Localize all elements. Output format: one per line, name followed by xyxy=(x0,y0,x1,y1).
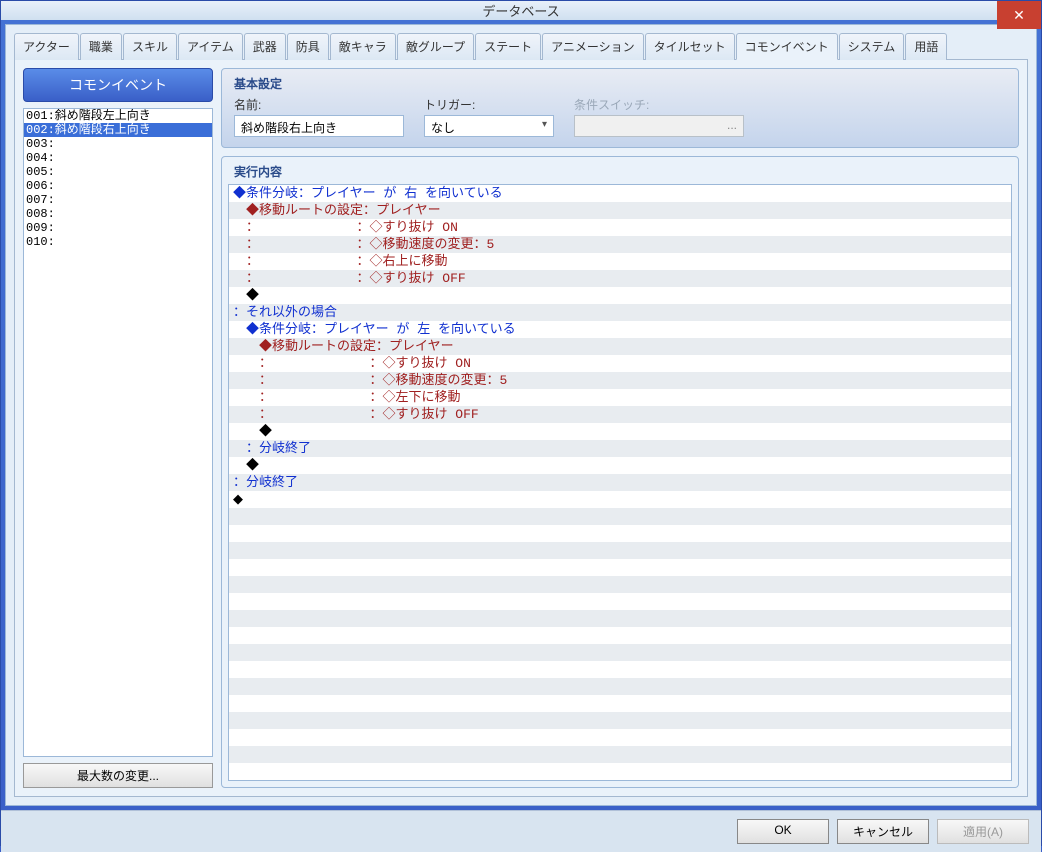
cancel-button[interactable]: キャンセル xyxy=(837,819,929,844)
name-label: 名前: xyxy=(234,96,404,113)
left-panel: コモンイベント 001:斜め階段左上向き002:斜め階段右上向き003:004:… xyxy=(23,68,213,788)
list-item[interactable]: 002:斜め階段右上向き xyxy=(24,123,212,137)
command-row-empty[interactable] xyxy=(229,593,1011,610)
command-row-empty[interactable] xyxy=(229,729,1011,746)
command-row[interactable]: ： ：◇左下に移動 xyxy=(229,389,1011,406)
tab-11[interactable]: コモンイベント xyxy=(736,33,838,60)
command-row-empty[interactable] xyxy=(229,746,1011,763)
list-item[interactable]: 003: xyxy=(24,137,212,151)
command-row[interactable]: ： ：◇すり抜け OFF xyxy=(229,270,1011,287)
command-row[interactable]: ： ：◇右上に移動 xyxy=(229,253,1011,270)
trigger-select[interactable]: なし xyxy=(424,115,554,137)
command-row-empty[interactable] xyxy=(229,695,1011,712)
command-row[interactable]: ： ：◇すり抜け OFF xyxy=(229,406,1011,423)
command-row-empty[interactable] xyxy=(229,678,1011,695)
window-title: データベース xyxy=(482,1,559,20)
close-icon: ✕ xyxy=(1013,7,1025,24)
command-row[interactable]: ◆ xyxy=(229,457,1011,474)
command-row-empty[interactable] xyxy=(229,712,1011,729)
tab-3[interactable]: アイテム xyxy=(178,33,243,60)
titlebar: データベース ✕ xyxy=(1,1,1041,20)
command-row[interactable]: ◆移動ルートの設定：プレイヤー xyxy=(229,338,1011,355)
tab-strip: アクター職業スキルアイテム武器防具敵キャラ敵グループステートアニメーションタイル… xyxy=(14,33,1028,60)
command-row-empty[interactable] xyxy=(229,542,1011,559)
close-button[interactable]: ✕ xyxy=(997,1,1041,29)
command-row[interactable]: ： ：◇移動速度の変更：5 xyxy=(229,372,1011,389)
command-row-empty[interactable] xyxy=(229,610,1011,627)
exec-title: 実行内容 xyxy=(228,163,1012,180)
command-row-empty[interactable] xyxy=(229,559,1011,576)
list-item[interactable]: 009: xyxy=(24,221,212,235)
tab-5[interactable]: 防具 xyxy=(287,33,329,60)
trigger-label: トリガー: xyxy=(424,96,554,113)
command-row[interactable]: ：分岐終了 xyxy=(229,474,1011,491)
list-item[interactable]: 010: xyxy=(24,235,212,249)
list-item[interactable]: 006: xyxy=(24,179,212,193)
tab-4[interactable]: 武器 xyxy=(244,33,286,60)
command-row[interactable]: ：分岐終了 xyxy=(229,440,1011,457)
command-row[interactable]: ◆条件分岐：プレイヤー が 右 を向いている xyxy=(229,185,1011,202)
switch-field-group: 条件スイッチ: xyxy=(574,96,744,137)
command-row-empty[interactable] xyxy=(229,576,1011,593)
list-item[interactable]: 001:斜め階段左上向き xyxy=(24,109,212,123)
command-row[interactable]: ◆ xyxy=(229,423,1011,440)
list-item[interactable]: 007: xyxy=(24,193,212,207)
tab-2[interactable]: スキル xyxy=(123,33,177,60)
command-row[interactable]: ◆条件分岐：プレイヤー が 左 を向いている xyxy=(229,321,1011,338)
common-event-list[interactable]: 001:斜め階段左上向き002:斜め階段右上向き003:004:005:006:… xyxy=(23,108,213,757)
exec-group: 実行内容 ◆条件分岐：プレイヤー が 右 を向いている ◆移動ルートの設定：プレ… xyxy=(221,156,1019,788)
tab-body: コモンイベント 001:斜め階段左上向き002:斜め階段右上向き003:004:… xyxy=(14,59,1028,797)
tab-6[interactable]: 敵キャラ xyxy=(330,33,396,60)
panel-header: コモンイベント xyxy=(23,68,213,102)
tab-9[interactable]: アニメーション xyxy=(542,33,644,60)
name-field-group: 名前: 斜め階段右上向き xyxy=(234,96,404,137)
change-max-button[interactable]: 最大数の変更... xyxy=(23,763,213,788)
switch-input xyxy=(574,115,744,137)
list-item[interactable]: 008: xyxy=(24,207,212,221)
database-window: データベース ✕ アクター職業スキルアイテム武器防具敵キャラ敵グループステートア… xyxy=(0,0,1042,846)
command-row-empty[interactable] xyxy=(229,627,1011,644)
basic-settings-group: 基本設定 名前: 斜め階段右上向き トリガー: なし 条件スイッチ: xyxy=(221,68,1019,148)
command-row[interactable]: ： ：◇すり抜け ON xyxy=(229,219,1011,236)
command-row-empty[interactable] xyxy=(229,763,1011,780)
command-row[interactable]: ： ：◇すり抜け ON xyxy=(229,355,1011,372)
tab-1[interactable]: 職業 xyxy=(80,33,122,60)
ok-button[interactable]: OK xyxy=(737,819,829,844)
command-row[interactable]: ：それ以外の場合 xyxy=(229,304,1011,321)
tab-12[interactable]: システム xyxy=(839,33,905,60)
tab-7[interactable]: 敵グループ xyxy=(397,33,474,60)
command-row-empty[interactable] xyxy=(229,508,1011,525)
trigger-field-group: トリガー: なし xyxy=(424,96,554,137)
tab-8[interactable]: ステート xyxy=(475,33,541,60)
command-list[interactable]: ◆条件分岐：プレイヤー が 右 を向いている ◆移動ルートの設定：プレイヤー ：… xyxy=(228,184,1012,781)
command-row[interactable]: ◆ xyxy=(229,491,1011,508)
basic-title: 基本設定 xyxy=(234,75,1006,92)
list-item[interactable]: 005: xyxy=(24,165,212,179)
command-row[interactable]: ◆移動ルートの設定：プレイヤー xyxy=(229,202,1011,219)
command-row-empty[interactable] xyxy=(229,661,1011,678)
command-row[interactable]: ◆ xyxy=(229,287,1011,304)
command-row-empty[interactable] xyxy=(229,525,1011,542)
list-item[interactable]: 004: xyxy=(24,151,212,165)
switch-label: 条件スイッチ: xyxy=(574,96,744,113)
content-area: アクター職業スキルアイテム武器防具敵キャラ敵グループステートアニメーションタイル… xyxy=(5,24,1037,806)
tab-0[interactable]: アクター xyxy=(14,33,79,60)
right-panel: 基本設定 名前: 斜め階段右上向き トリガー: なし 条件スイッチ: xyxy=(221,68,1019,788)
command-row-empty[interactable] xyxy=(229,644,1011,661)
command-row[interactable]: ： ：◇移動速度の変更：5 xyxy=(229,236,1011,253)
name-input[interactable]: 斜め階段右上向き xyxy=(234,115,404,137)
apply-button: 適用(A) xyxy=(937,819,1029,844)
tab-10[interactable]: タイルセット xyxy=(645,33,735,60)
tab-13[interactable]: 用語 xyxy=(905,33,947,60)
